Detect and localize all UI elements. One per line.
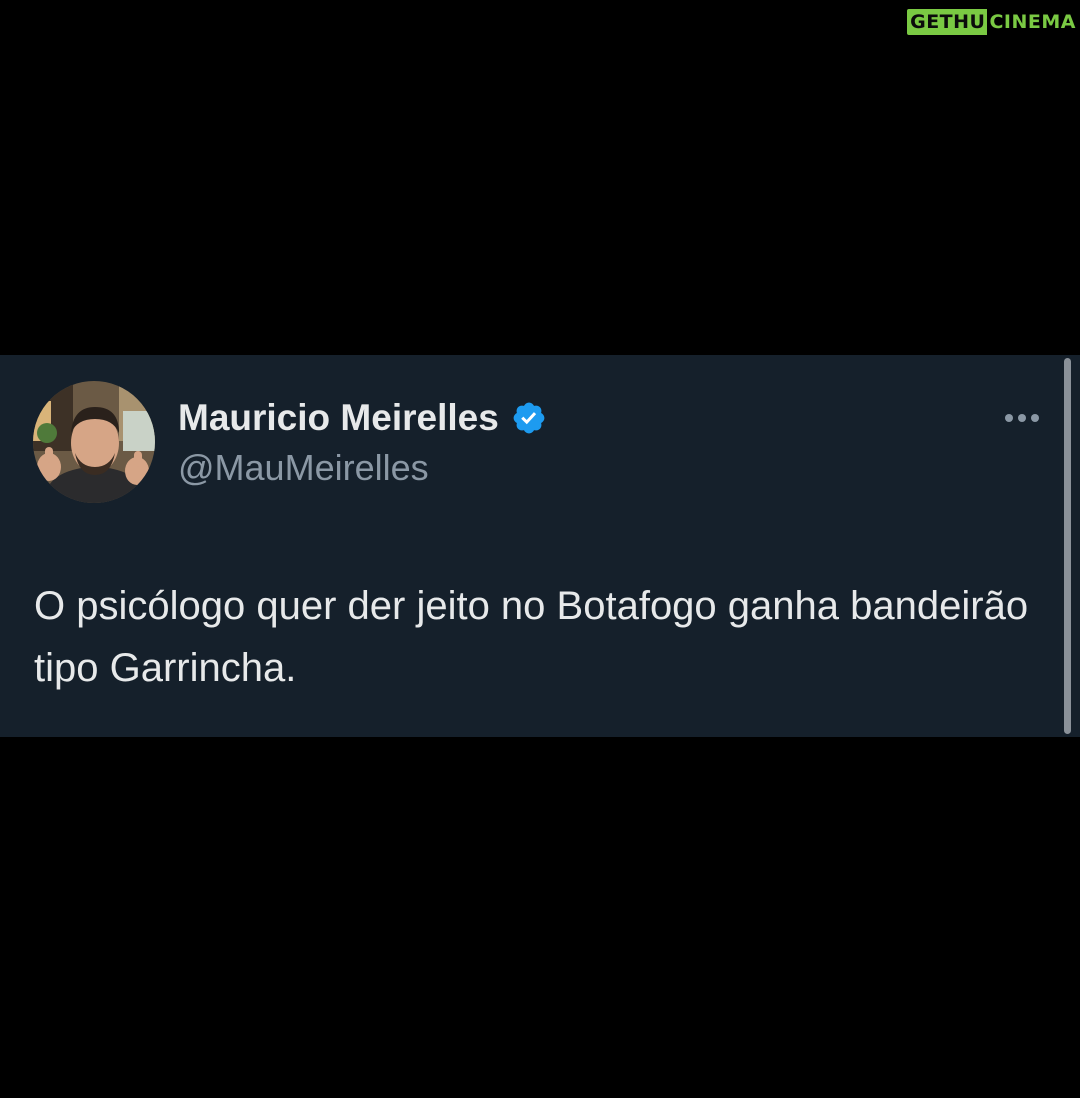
avatar-photo bbox=[33, 381, 155, 503]
avatar[interactable] bbox=[33, 381, 155, 503]
more-options-icon-dot bbox=[1018, 414, 1026, 422]
tweet-card: Mauricio Meirelles @MauMeirelles O psicó… bbox=[0, 355, 1080, 737]
watermark-part-cinema: CINEMA bbox=[989, 11, 1076, 33]
more-options-icon bbox=[1005, 414, 1013, 422]
more-options-button[interactable] bbox=[1000, 405, 1044, 431]
author-name-row[interactable]: Mauricio Meirelles bbox=[178, 397, 547, 439]
display-name[interactable]: Mauricio Meirelles bbox=[178, 397, 499, 439]
watermark-logo: GETHU CINEMA bbox=[907, 9, 1076, 35]
user-handle[interactable]: @MauMeirelles bbox=[178, 447, 429, 489]
scrollbar-thumb[interactable] bbox=[1064, 358, 1071, 734]
tweet-text: O psicólogo quer der jeito no Botafogo g… bbox=[34, 584, 1029, 690]
verified-badge-icon bbox=[513, 402, 545, 434]
scrollbar[interactable] bbox=[1064, 355, 1072, 737]
watermark-part-gethu: GETHU bbox=[907, 9, 988, 35]
more-options-icon-dot bbox=[1031, 414, 1039, 422]
